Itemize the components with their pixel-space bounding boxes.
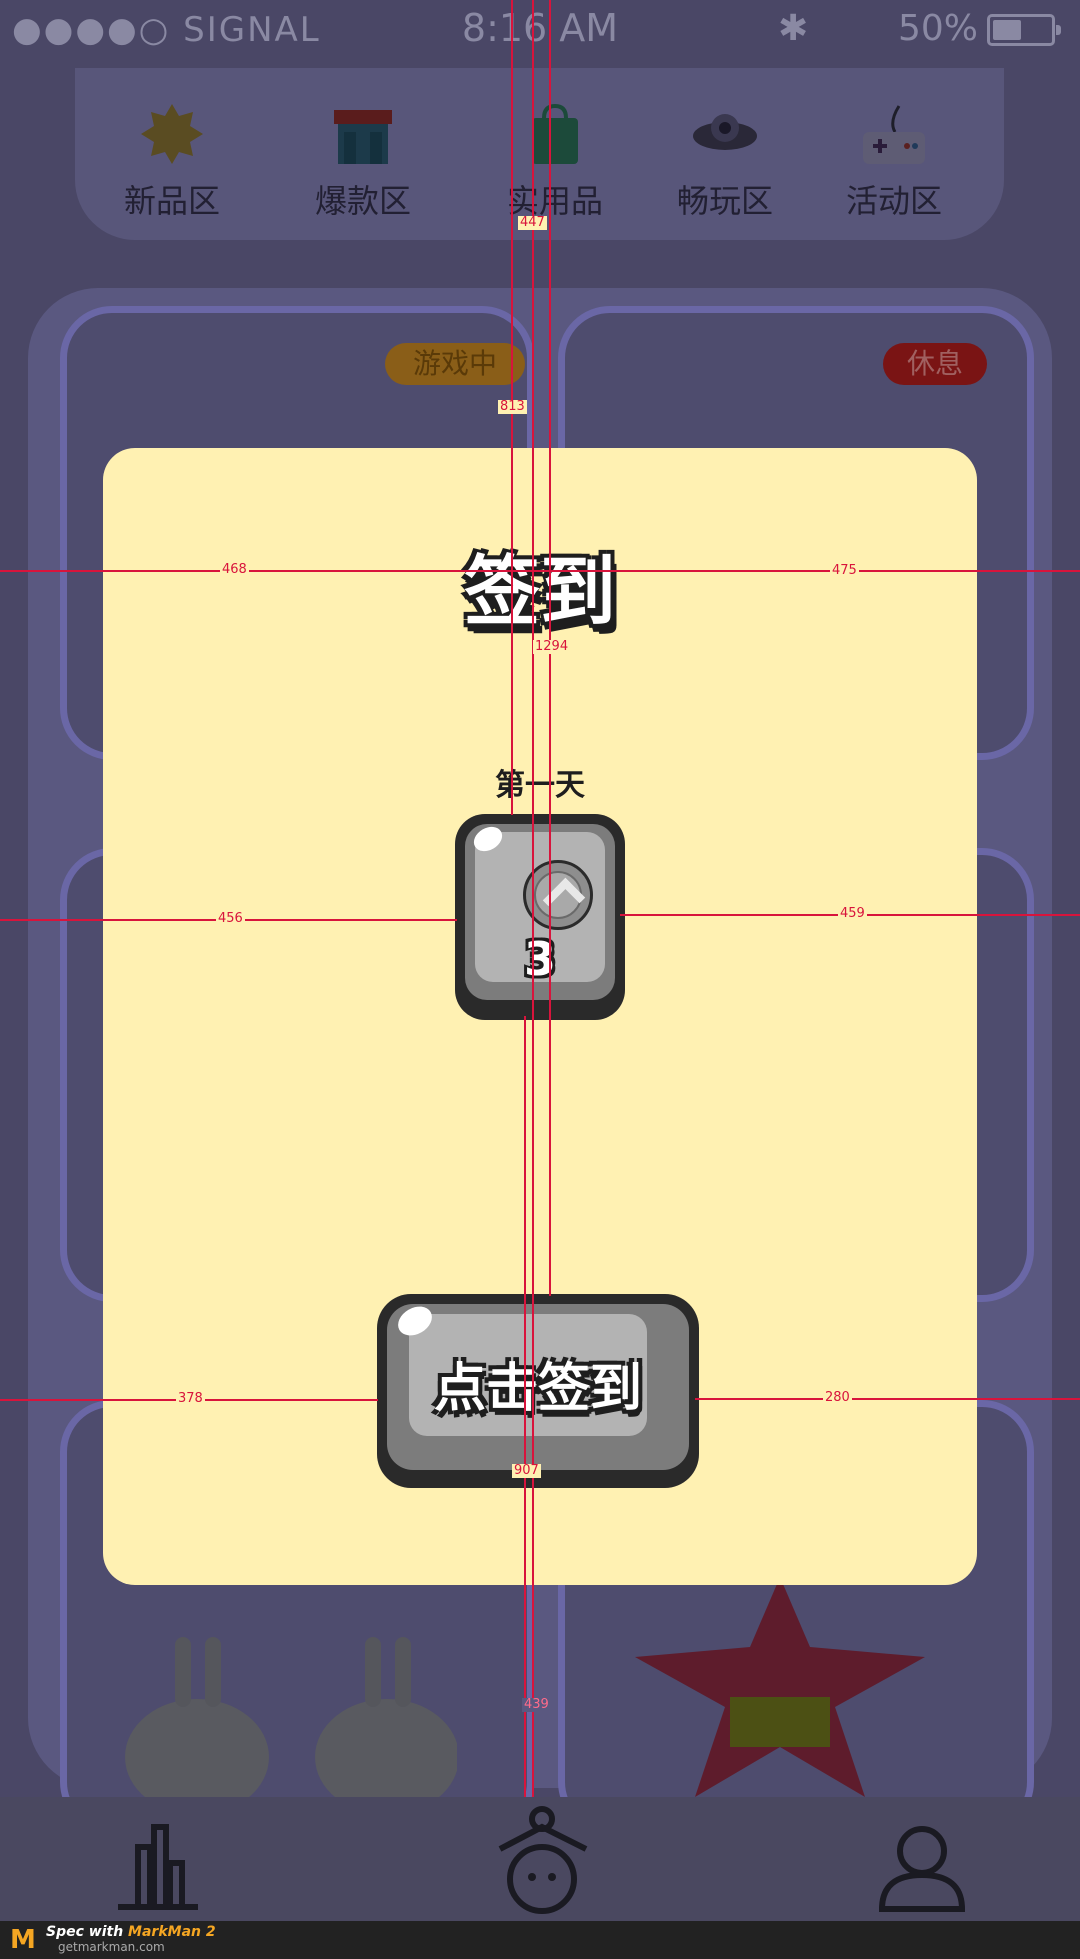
coin-icon [523,860,593,930]
sun-icon [141,104,203,164]
status-badge: 游戏中 [385,343,525,385]
starfish-plush-image [635,1577,925,1797]
profile-icon[interactable] [872,1817,972,1917]
reward-amount: 3 [523,932,556,986]
category-bar: 新品区 爆款区 实用品 畅玩区 活动区 [75,68,1004,240]
shop-icon [334,110,392,164]
markman-footer: M Spec with MarkMan 2 getmarkman.com [0,1921,1080,1959]
category-label: 实用品 [506,182,603,220]
day-label: 第一天 [495,768,585,803]
checkin-button[interactable]: 点击签到 [377,1294,699,1488]
claw-machine-icon[interactable] [490,1797,600,1921]
ufo-icon [693,114,757,150]
bluetooth-icon: ✱ [778,8,809,49]
checkin-button-label: 点击签到 [433,1359,642,1419]
category-play[interactable]: 畅玩区 [650,68,800,240]
battery-percent: 50% [898,8,979,49]
gamepad-icon [863,105,925,164]
battery-icon [987,14,1061,46]
checkin-modal: 签到 第一天 3 点击签到 [103,448,977,1585]
status-badge: 休息 [883,343,987,385]
shopping-bag-icon [532,103,578,164]
ranking-icon[interactable] [108,1817,208,1917]
category-label: 活动区 [845,182,942,220]
spec-credit: Spec with MarkMan 2 [46,1924,216,1940]
category-label: 爆款区 [314,182,411,220]
category-new[interactable]: 新品区 [97,68,247,240]
modal-title: 签到 [464,547,616,636]
markman-url: getmarkman.com [58,1940,165,1954]
day-reward-tile[interactable]: 3 [455,814,625,1020]
bottom-nav [0,1797,1080,1921]
status-bar: ●●●●○ SIGNAL 8:16 AM ✱ 50% [0,0,1080,55]
category-event[interactable]: 活动区 [819,68,969,240]
bunny-plush-image [125,1637,457,1807]
category-label: 畅玩区 [676,182,773,220]
category-label: 新品区 [123,182,220,220]
category-useful[interactable]: 实用品 [480,68,630,240]
markman-logo: M [10,1925,36,1955]
category-hot[interactable]: 爆款区 [288,68,438,240]
